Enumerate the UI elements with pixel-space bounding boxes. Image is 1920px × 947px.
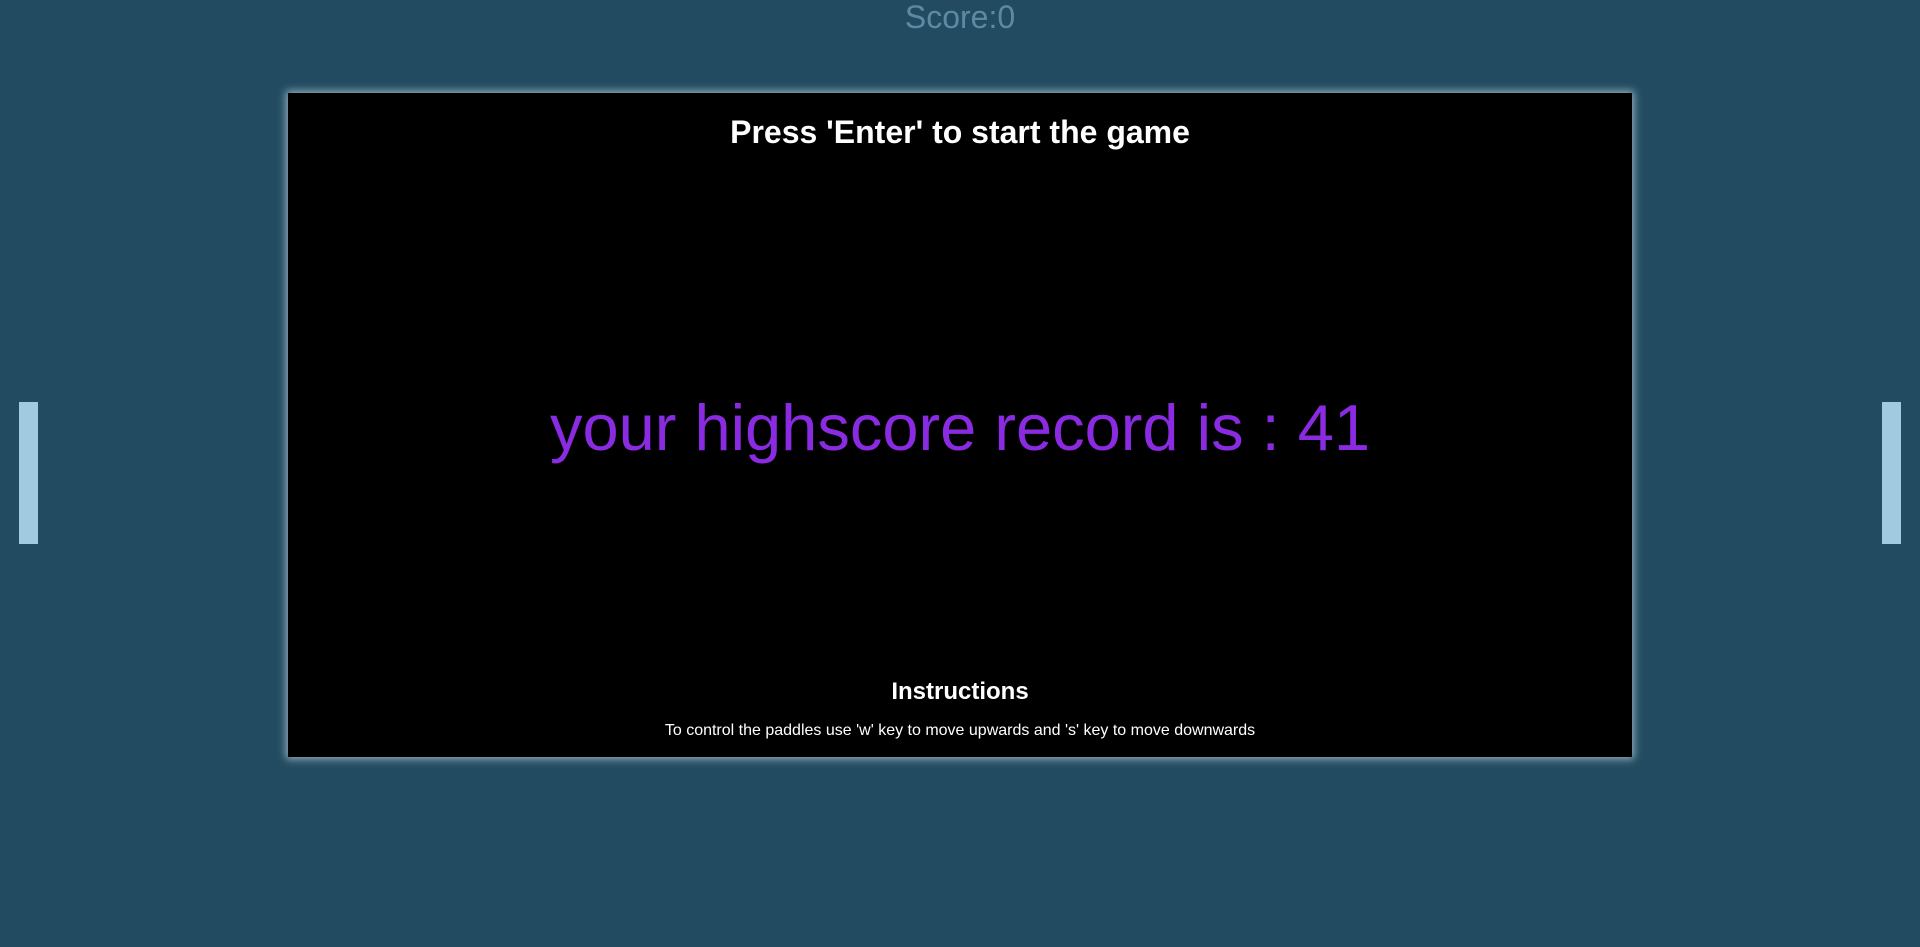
instructions-heading: Instructions	[891, 678, 1029, 705]
left-paddle	[19, 402, 38, 544]
start-prompt: Press 'Enter' to start the game	[730, 114, 1190, 150]
highscore-text: your highscore record is : 41	[549, 391, 1371, 464]
score-display: Score:0	[904, 0, 1016, 35]
right-paddle	[1882, 402, 1901, 544]
instructions-text: To control the paddles use 'w' key to mo…	[664, 722, 1256, 739]
